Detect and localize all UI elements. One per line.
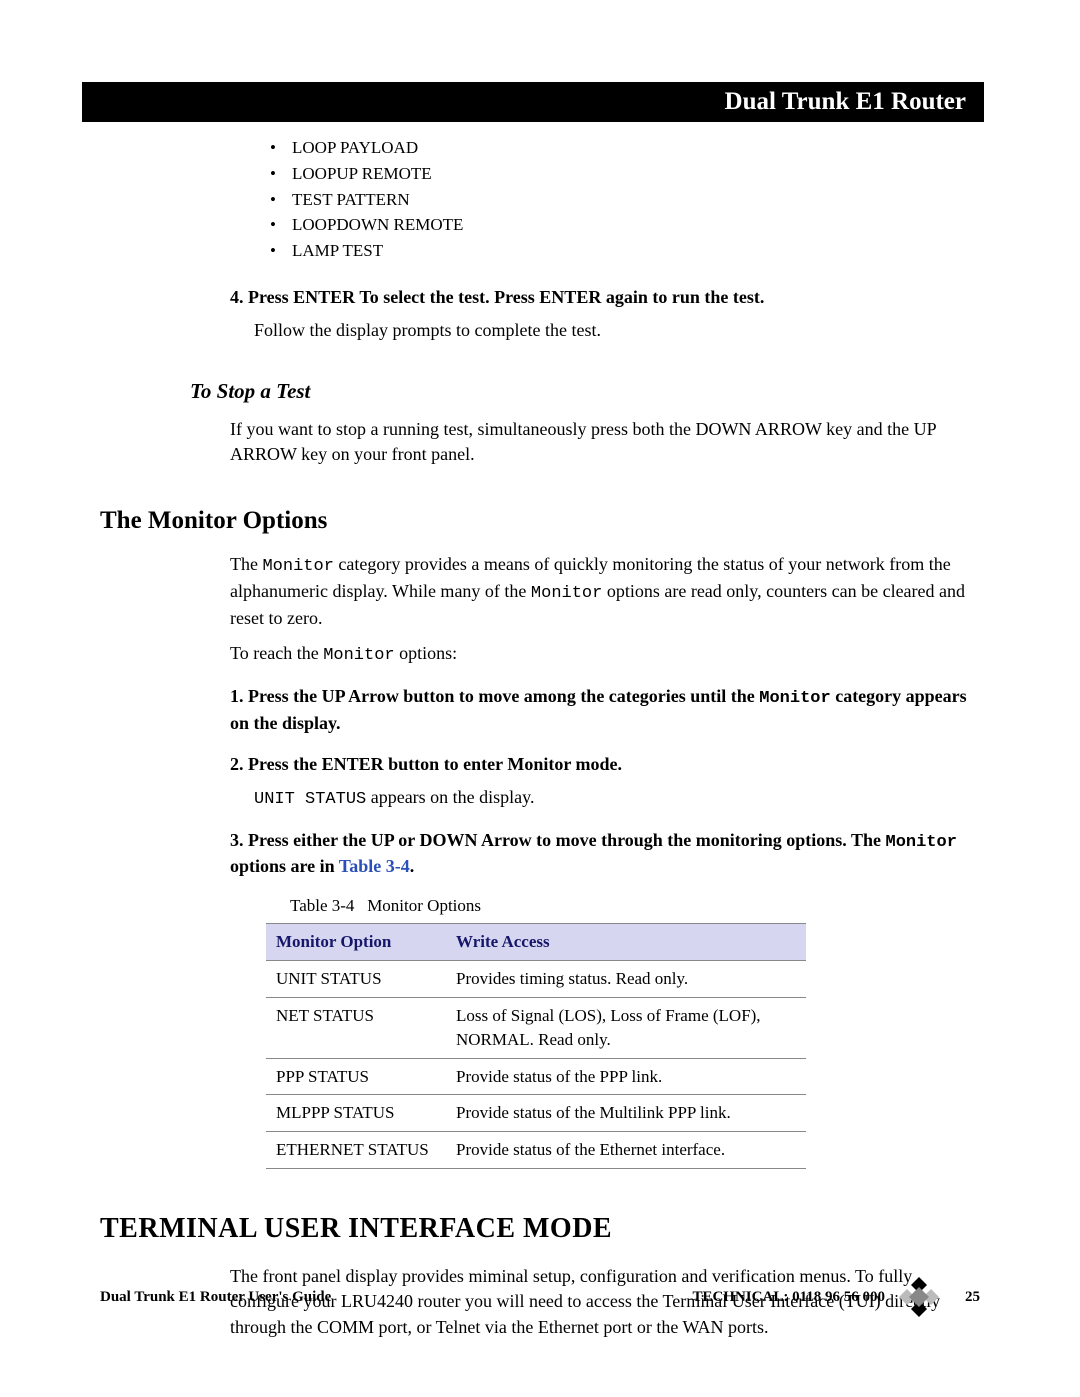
step-4-title: 4. Press ENTER To select the test. Press… bbox=[230, 285, 980, 310]
cell-access: Provide status of the PPP link. bbox=[446, 1058, 806, 1095]
monitor-step-2-body: UNIT STATUS appears on the display. bbox=[230, 785, 980, 812]
footer-guide-name: Dual Trunk E1 Router User's Guide bbox=[100, 1289, 692, 1306]
table-row: MLPPP STATUS Provide status of the Multi… bbox=[266, 1095, 806, 1132]
bullet-test-pattern: TEST PATTERN bbox=[270, 188, 980, 212]
text: 3. Press either the UP or DOWN Arrow to … bbox=[230, 830, 886, 850]
monitor-intro-para: The Monitor category provides a means of… bbox=[230, 552, 980, 631]
monitor-code: Monitor bbox=[262, 557, 333, 576]
monitor-code: Monitor bbox=[886, 833, 957, 852]
bullet-loop-payload: LOOP PAYLOAD bbox=[270, 136, 980, 160]
text: To reach the bbox=[230, 643, 323, 663]
bullet-loopup-remote: LOOPUP REMOTE bbox=[270, 162, 980, 186]
step-4-body: Follow the display prompts to complete t… bbox=[230, 318, 980, 343]
monitor-step-2: 2. Press the ENTER button to enter Monit… bbox=[230, 752, 980, 777]
cell-access: Provides timing status. Read only. bbox=[446, 961, 806, 998]
table-row: NET STATUS Loss of Signal (LOS), Loss of… bbox=[266, 998, 806, 1059]
monitor-step-3: 3. Press either the UP or DOWN Arrow to … bbox=[230, 828, 980, 880]
col-write-access: Write Access bbox=[446, 924, 806, 961]
text: options: bbox=[395, 643, 458, 663]
test-bullet-list: LOOP PAYLOAD LOOPUP REMOTE TEST PATTERN … bbox=[230, 136, 980, 263]
bullet-loopdown-remote: LOOPDOWN REMOTE bbox=[270, 213, 980, 237]
stop-test-heading: To Stop a Test bbox=[190, 377, 980, 406]
cell-access: Provide status of the Ethernet interface… bbox=[446, 1132, 806, 1169]
table-3-4-link[interactable]: Table 3-4 bbox=[339, 856, 410, 876]
monitor-options-heading: The Monitor Options bbox=[100, 503, 980, 538]
monitor-step-1: 1. Press the UP Arrow button to move amo… bbox=[230, 684, 980, 736]
tui-mode-heading: TERMINAL USER INTERFACE MODE bbox=[100, 1209, 980, 1248]
header-bar: Dual Trunk E1 Router bbox=[82, 82, 984, 122]
stop-test-body: If you want to stop a running test, simu… bbox=[230, 417, 980, 467]
cell-option: UNIT STATUS bbox=[266, 961, 446, 998]
diamond-logo-icon bbox=[899, 1277, 939, 1317]
unit-status-code: UNIT STATUS bbox=[254, 790, 366, 809]
cell-access: Provide status of the Multilink PPP link… bbox=[446, 1095, 806, 1132]
bullet-lamp-test: LAMP TEST bbox=[270, 239, 980, 263]
table-caption: Table 3-4 Monitor Options bbox=[230, 894, 980, 918]
monitor-options-table: Monitor Option Write Access UNIT STATUS … bbox=[266, 923, 806, 1169]
header-title: Dual Trunk E1 Router bbox=[725, 88, 966, 116]
col-monitor-option: Monitor Option bbox=[266, 924, 446, 961]
footer-page-number: 25 bbox=[965, 1289, 980, 1306]
text: appears on the display. bbox=[366, 787, 534, 807]
text: 1. Press the UP Arrow button to move amo… bbox=[230, 686, 759, 706]
table-header-row: Monitor Option Write Access bbox=[266, 924, 806, 961]
table-row: PPP STATUS Provide status of the PPP lin… bbox=[266, 1058, 806, 1095]
page-footer: Dual Trunk E1 Router User's Guide TECHNI… bbox=[100, 1277, 980, 1317]
table-title: Monitor Options bbox=[367, 896, 481, 915]
table-row: UNIT STATUS Provides timing status. Read… bbox=[266, 961, 806, 998]
cell-access: Loss of Signal (LOS), Loss of Frame (LOF… bbox=[446, 998, 806, 1059]
monitor-reach-para: To reach the Monitor options: bbox=[230, 641, 980, 668]
text: options are in bbox=[230, 856, 339, 876]
cell-option: NET STATUS bbox=[266, 998, 446, 1059]
monitor-code: Monitor bbox=[759, 689, 830, 708]
cell-option: PPP STATUS bbox=[266, 1058, 446, 1095]
cell-option: MLPPP STATUS bbox=[266, 1095, 446, 1132]
monitor-code: Monitor bbox=[531, 584, 602, 603]
table-row: ETHERNET STATUS Provide status of the Et… bbox=[266, 1132, 806, 1169]
footer-technical: TECHNICAL: 0118 96 56 000 bbox=[692, 1289, 885, 1306]
cell-option: ETHERNET STATUS bbox=[266, 1132, 446, 1169]
text: . bbox=[410, 856, 415, 876]
table-number: Table 3-4 bbox=[290, 896, 354, 915]
text: The bbox=[230, 554, 262, 574]
monitor-code: Monitor bbox=[323, 646, 394, 665]
